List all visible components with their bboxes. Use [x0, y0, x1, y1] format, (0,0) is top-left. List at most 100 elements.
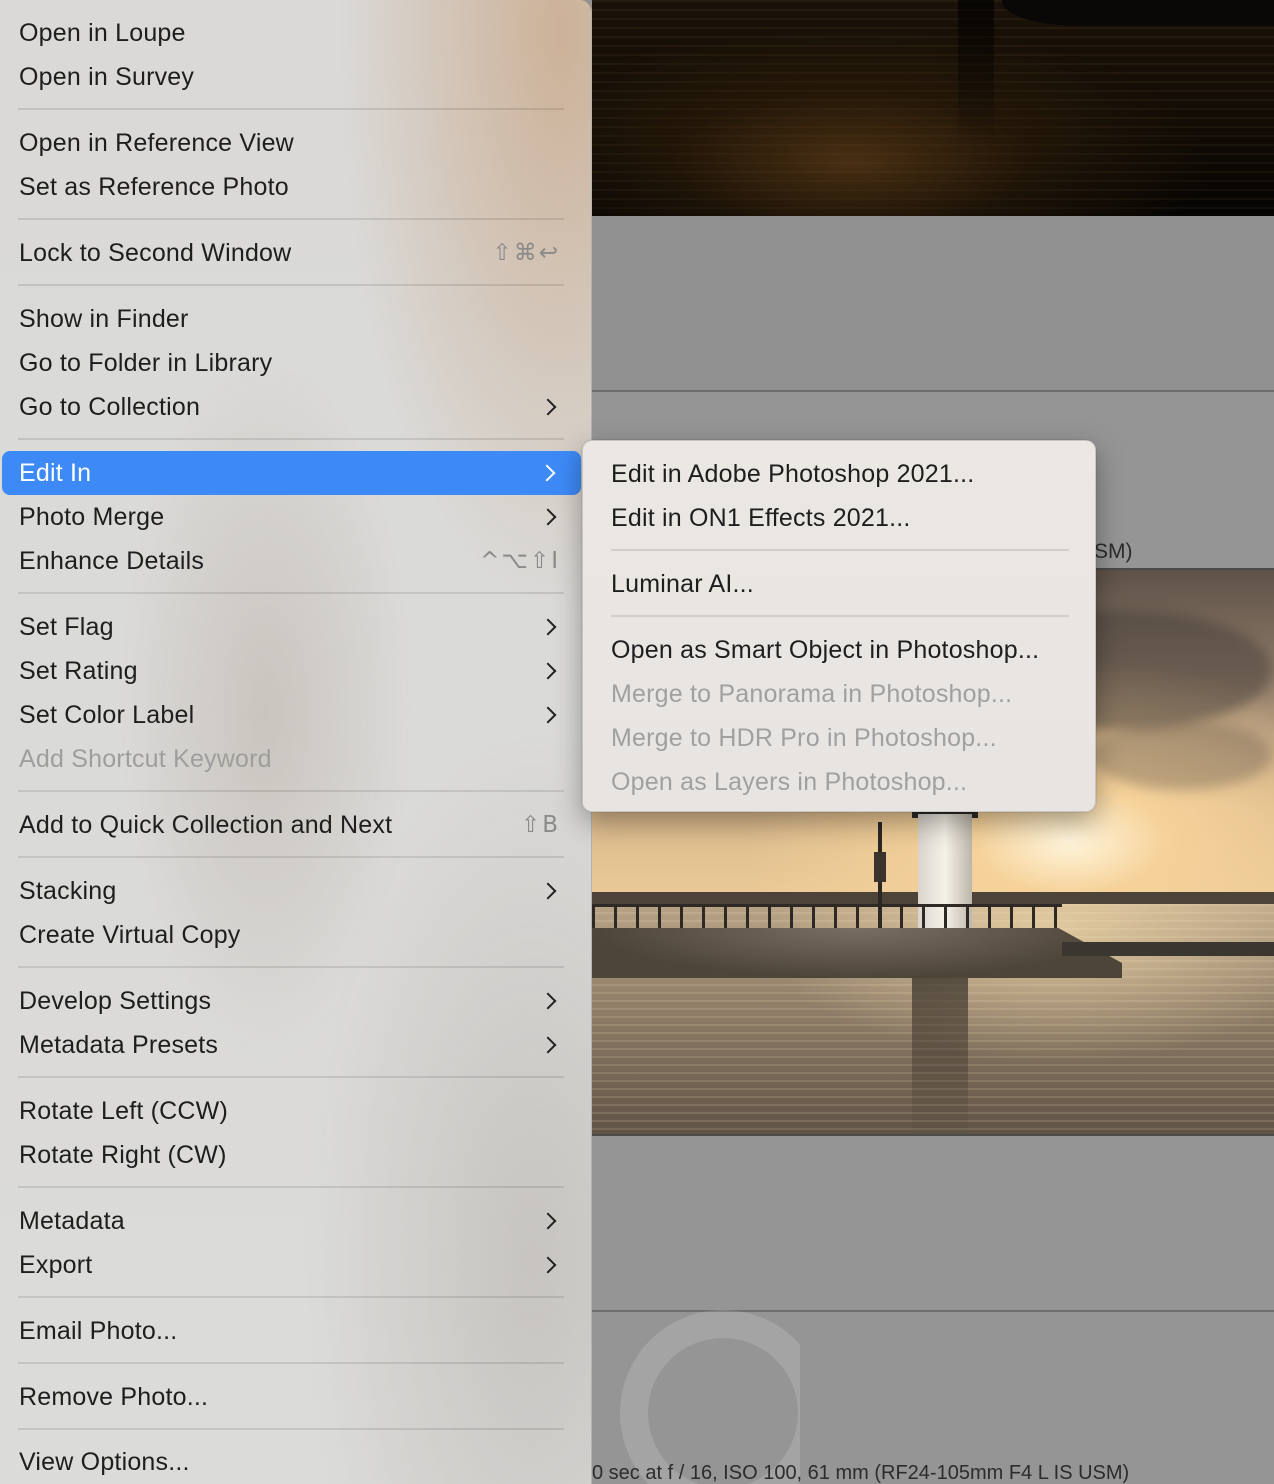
chevron-right-icon [538, 990, 560, 1012]
submenu-item-open-as-smart-object[interactable]: Open as Smart Object in Photoshop... [583, 628, 1097, 672]
menu-item-photo-merge[interactable]: Photo Merge [0, 495, 582, 539]
menu-item-set-color-label[interactable]: Set Color Label [0, 693, 582, 737]
menu-item-label: Enhance Details [19, 546, 205, 575]
submenu-item-open-as-layers: Open as Layers in Photoshop... [583, 760, 1097, 804]
menu-item-set-flag[interactable]: Set Flag [0, 605, 582, 649]
photo-water-reflection [912, 970, 968, 1134]
chevron-right-icon [538, 704, 560, 726]
menu-item-label: Stacking [19, 876, 117, 905]
menu-item-label: Set Color Label [19, 700, 195, 729]
menu-item-set-rating[interactable]: Set Rating [0, 649, 582, 693]
menu-separator [611, 615, 1069, 617]
menu-item-label: Metadata [19, 1206, 125, 1235]
chevron-right-icon [538, 506, 560, 528]
menu-item-edit-in[interactable]: Edit In [2, 451, 581, 495]
grid-divider [592, 390, 1274, 392]
photo-reflection [958, 0, 994, 150]
menu-item-remove-photo[interactable]: Remove Photo... [0, 1375, 582, 1419]
edit-in-submenu: Edit in Adobe Photoshop 2021... Edit in … [582, 440, 1096, 812]
submenu-item-merge-to-hdr-pro: Merge to HDR Pro in Photoshop... [583, 716, 1097, 760]
menu-item-go-to-folder-in-library[interactable]: Go to Folder in Library [0, 341, 582, 385]
menu-item-metadata-presets[interactable]: Metadata Presets [0, 1023, 582, 1067]
menu-separator [611, 549, 1069, 551]
photo-pier-silhouette [1002, 0, 1274, 26]
thumbnail-exif-caption: 0 sec at f / 16, ISO 100, 61 mm (RF24-10… [592, 1462, 1130, 1484]
menu-item-view-options[interactable]: View Options... [0, 1440, 582, 1484]
menu-item-email-photo[interactable]: Email Photo... [0, 1309, 582, 1353]
thumbnail-caption-partial: SM) [1094, 540, 1133, 563]
submenu-item-edit-in-photoshop[interactable]: Edit in Adobe Photoshop 2021... [583, 452, 1097, 496]
photo-railing [592, 904, 1062, 930]
menu-separator [18, 1076, 564, 1078]
menu-separator [18, 218, 564, 220]
menu-item-label: Photo Merge [19, 502, 165, 531]
menu-item-label: Rotate Left (CCW) [19, 1096, 229, 1125]
menu-item-label: Export [19, 1250, 93, 1279]
submenu-item-label: Luminar AI... [611, 569, 754, 598]
menu-item-show-in-finder[interactable]: Show in Finder [0, 297, 582, 341]
submenu-item-label: Merge to HDR Pro in Photoshop... [611, 723, 997, 752]
context-menu: Open in Loupe Open in Survey Open in Ref… [0, 0, 592, 1484]
menu-item-label: Open in Survey [19, 62, 195, 91]
photo-dock [1062, 942, 1274, 956]
submenu-item-label: Open as Layers in Photoshop... [611, 767, 968, 796]
menu-item-label: Remove Photo... [19, 1382, 209, 1411]
menu-item-enhance-details[interactable]: Enhance Details ^⌥⇧I [0, 539, 582, 583]
menu-item-label: Add Shortcut Keyword [19, 744, 272, 773]
chevron-right-icon [537, 462, 559, 484]
menu-separator [18, 856, 564, 858]
menu-item-export[interactable]: Export [0, 1243, 582, 1287]
submenu-item-merge-to-panorama: Merge to Panorama in Photoshop... [583, 672, 1097, 716]
chevron-right-icon [538, 1254, 560, 1276]
menu-item-open-in-survey[interactable]: Open in Survey [0, 55, 582, 99]
menu-separator [18, 1428, 564, 1430]
menu-item-label: Set Rating [19, 656, 138, 685]
menu-item-label: Rotate Right (CW) [19, 1140, 227, 1169]
photo-cloud [1092, 720, 1272, 790]
menu-item-create-virtual-copy[interactable]: Create Virtual Copy [0, 913, 582, 957]
menu-item-label: Lock to Second Window [19, 238, 292, 267]
menu-separator [18, 592, 564, 594]
keyboard-shortcut: ⇧⌘↩ [492, 240, 560, 266]
submenu-item-label: Merge to Panorama in Photoshop... [611, 679, 1013, 708]
submenu-item-edit-in-on1-effects[interactable]: Edit in ON1 Effects 2021... [583, 496, 1097, 540]
photo-lamp-flag [874, 852, 886, 882]
menu-item-label: Open in Loupe [19, 18, 186, 47]
menu-item-lock-to-second-window[interactable]: Lock to Second Window ⇧⌘↩ [0, 231, 582, 275]
menu-item-add-shortcut-keyword: Add Shortcut Keyword [0, 737, 582, 781]
menu-separator [18, 438, 564, 440]
menu-separator [18, 108, 564, 110]
menu-item-add-to-quick-collection-and-next[interactable]: Add to Quick Collection and Next ⇧B [0, 803, 582, 847]
menu-item-rotate-left[interactable]: Rotate Left (CCW) [0, 1089, 582, 1133]
menu-item-label: Metadata Presets [19, 1030, 219, 1059]
menu-item-metadata[interactable]: Metadata [0, 1199, 582, 1243]
chevron-right-icon [538, 1210, 560, 1232]
menu-item-label: Go to Folder in Library [19, 348, 273, 377]
chevron-right-icon [538, 396, 560, 418]
menu-item-stacking[interactable]: Stacking [0, 869, 582, 913]
menu-item-label: Create Virtual Copy [19, 920, 241, 949]
menu-item-develop-settings[interactable]: Develop Settings [0, 979, 582, 1023]
menu-item-label: Develop Settings [19, 986, 212, 1015]
menu-item-set-as-reference-photo[interactable]: Set as Reference Photo [0, 165, 582, 209]
keyboard-shortcut: ⇧B [520, 812, 560, 838]
menu-separator [18, 790, 564, 792]
menu-separator [18, 1296, 564, 1298]
menu-item-open-in-loupe[interactable]: Open in Loupe [0, 11, 582, 55]
menu-separator [18, 284, 564, 286]
chevron-right-icon [538, 616, 560, 638]
menu-item-label: View Options... [19, 1447, 190, 1476]
chevron-right-icon [538, 1034, 560, 1056]
menu-item-go-to-collection[interactable]: Go to Collection [0, 385, 582, 429]
submenu-item-luminar-ai[interactable]: Luminar AI... [583, 562, 1097, 606]
submenu-item-label: Edit in ON1 Effects 2021... [611, 503, 911, 532]
menu-separator [18, 966, 564, 968]
photo-thumbnail-sunset-water[interactable] [592, 0, 1274, 216]
menu-separator [18, 1362, 564, 1364]
menu-item-label: Edit In [19, 458, 92, 487]
photo-breakwater [592, 928, 1122, 978]
menu-item-label: Open in Reference View [19, 128, 294, 157]
menu-item-label: Go to Collection [19, 392, 201, 421]
menu-item-rotate-right[interactable]: Rotate Right (CW) [0, 1133, 582, 1177]
menu-item-open-in-reference-view[interactable]: Open in Reference View [0, 121, 582, 165]
